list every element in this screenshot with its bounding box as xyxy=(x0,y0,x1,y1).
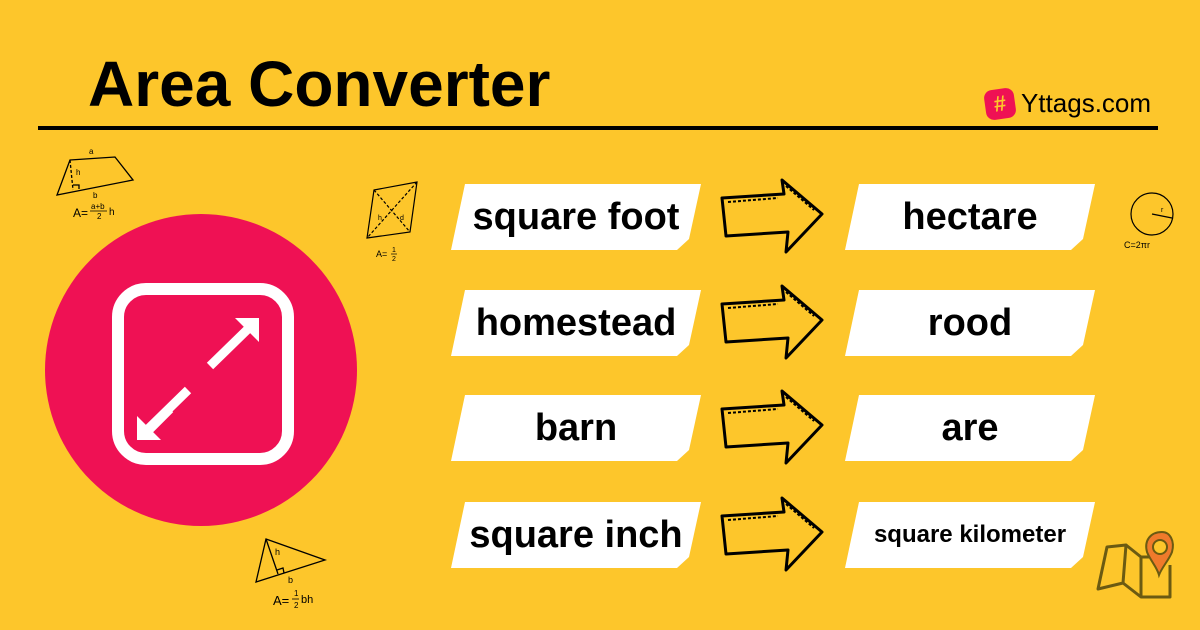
title-divider xyxy=(38,126,1158,130)
svg-text:d: d xyxy=(400,215,404,222)
to-unit-label: rood xyxy=(927,301,1013,344)
svg-text:1: 1 xyxy=(294,589,299,598)
svg-text:A=: A= xyxy=(376,249,387,259)
hash-icon: # xyxy=(983,86,1017,121)
right-arrow-icon xyxy=(720,389,824,465)
map-pin-icon xyxy=(1096,530,1174,599)
from-unit-box: barn xyxy=(451,395,701,461)
from-unit-label: square foot xyxy=(472,195,680,238)
svg-text:b: b xyxy=(288,575,293,585)
to-unit-label: hectare xyxy=(902,195,1038,238)
hero-circle xyxy=(45,214,357,526)
svg-text:2: 2 xyxy=(392,256,396,263)
svg-text:a: a xyxy=(89,147,94,156)
from-unit-box: square inch xyxy=(451,502,701,568)
from-unit-label: square inch xyxy=(469,513,683,556)
right-arrow-icon xyxy=(720,284,824,360)
to-unit-box: hectare xyxy=(845,184,1095,250)
circle-sketch-icon: r C=2πr xyxy=(1124,192,1174,250)
svg-text:bh: bh xyxy=(301,594,313,606)
from-unit-label: barn xyxy=(534,406,618,449)
svg-text:1: 1 xyxy=(392,247,396,254)
rhombus-sketch-icon: h d A= 1 2 xyxy=(366,181,418,263)
trapezoid-sketch-icon: a h b A= a+b 2 h xyxy=(55,147,135,221)
to-unit-box: rood xyxy=(845,290,1095,356)
to-unit-box: are xyxy=(845,395,1095,461)
svg-text:C=2πr: C=2πr xyxy=(1124,240,1150,250)
svg-text:b: b xyxy=(93,191,98,200)
page-title: Area Converter xyxy=(88,48,551,120)
to-unit-label: square kilometer xyxy=(873,521,1067,548)
svg-text:2: 2 xyxy=(294,601,299,610)
from-unit-box: homestead xyxy=(451,290,701,356)
svg-text:a+b: a+b xyxy=(91,202,105,211)
resize-diagonal-icon xyxy=(112,283,294,465)
svg-text:h: h xyxy=(76,168,80,177)
svg-text:A=: A= xyxy=(273,593,289,608)
svg-text:h: h xyxy=(275,547,280,557)
right-arrow-icon xyxy=(720,496,824,572)
brand-logo[interactable]: # Yttags.com xyxy=(983,86,1152,121)
svg-text:r: r xyxy=(1161,207,1164,214)
from-unit-label: homestead xyxy=(475,301,677,344)
from-unit-box: square foot xyxy=(451,184,701,250)
to-unit-box: square kilometer xyxy=(845,502,1095,568)
right-arrow-icon xyxy=(720,178,824,254)
triangle-sketch-icon: h b A= 1 2 bh xyxy=(255,538,328,610)
to-unit-label: are xyxy=(941,406,999,449)
svg-text:h: h xyxy=(378,215,382,222)
brand-name: Yttags.com xyxy=(1021,88,1152,118)
